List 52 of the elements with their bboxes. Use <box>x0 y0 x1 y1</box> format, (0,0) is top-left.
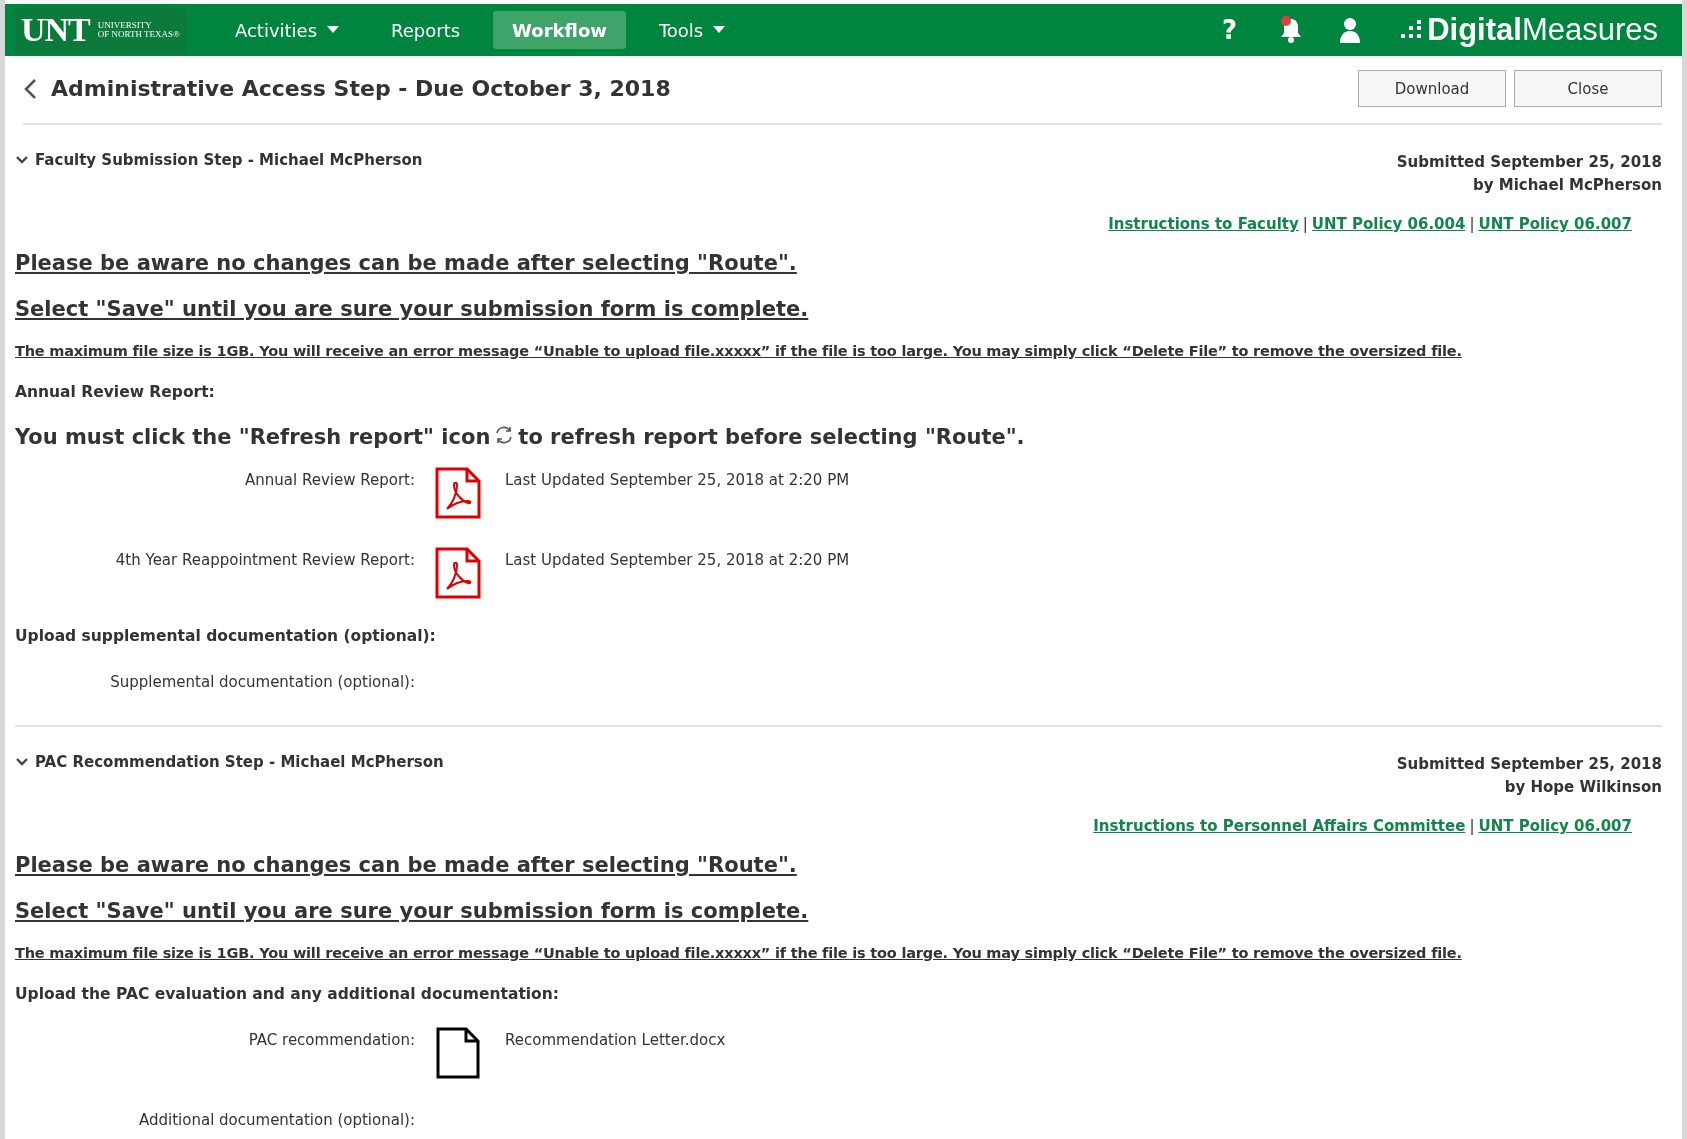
warning-text: Select "Save" until you are sure your submission form is complete. <box>15 899 810 923</box>
nav-tab[interactable]: Reports <box>372 11 480 49</box>
back-icon[interactable] <box>23 77 37 100</box>
policy-link[interactable]: UNT Policy 06.007 <box>1478 215 1632 233</box>
chevron-icon <box>15 155 29 165</box>
section-heading: Upload supplemental documentation (optional): <box>15 627 437 645</box>
policy-link[interactable]: UNT Policy 06.004 <box>1311 215 1466 233</box>
warning-text: Please be aware no changes can be made after selecting "Route". <box>15 853 798 877</box>
field-label: 4th Year Reappointment Review Report: <box>114 550 416 569</box>
policy-link[interactable]: UNT Policy 06.007 <box>1478 817 1632 835</box>
file-status: Last Updated September 25, 2018 at 2:20 PM <box>505 550 851 569</box>
user-icon[interactable] <box>1339 17 1362 43</box>
field-label: Annual Review Report: <box>244 470 416 489</box>
link-separator: | <box>1302 215 1308 233</box>
section-toggle[interactable]: Faculty Submission Step - Michael McPherson <box>15 151 423 169</box>
chevron-icon <box>15 757 29 767</box>
refresh-instruction: to refresh report before selecting "Route". <box>518 425 1025 449</box>
nav-tab[interactable]: Workflow <box>493 11 626 49</box>
field-label: PAC recommendation: <box>247 1030 416 1049</box>
field-label: Supplemental documentation (optional): <box>109 672 416 691</box>
help-button[interactable]: ? <box>1222 15 1238 45</box>
nav-tab[interactable]: Tools <box>639 11 745 49</box>
section-toggle[interactable]: PAC Recommendation Step - Michael McPherson <box>15 753 444 771</box>
pdf-icon <box>435 547 481 599</box>
submitted-date: Submitted September 25, 2018 <box>1396 754 1662 775</box>
submitted-date: Submitted September 25, 2018 <box>1396 152 1662 173</box>
policy-link[interactable]: Instructions to Personnel Affairs Committee <box>1093 817 1466 835</box>
file-status: Last Updated September 25, 2018 at 2:20 PM <box>505 470 851 489</box>
section-heading: Annual Review Report: <box>15 383 216 401</box>
caret-icon <box>327 26 340 34</box>
nav-tab[interactable]: Activities <box>215 11 359 49</box>
link-separator: | <box>1469 817 1475 835</box>
file-size-note: The maximum file size is 1GB. You will receive an error message “Unable to upload file.xxxxx” if the file is too large. You may simply click “Delete File” to remove the oversized file. <box>15 945 1463 961</box>
submitted-by: by Michael McPherson <box>1473 175 1662 196</box>
caret-icon <box>713 26 726 34</box>
refresh-icon <box>494 425 515 445</box>
file-size-note: The maximum file size is 1GB. You will receive an error message “Unable to upload file.xxxxx” if the file is too large. You may simply click “Delete File” to remove the oversized file. <box>15 343 1463 359</box>
document-icon <box>435 1027 481 1079</box>
warning-text: Select "Save" until you are sure your submission form is complete. <box>15 297 810 321</box>
page-title: Administrative Access Step - Due October 3, 2018 <box>51 76 672 101</box>
pdf-icon <box>435 467 481 519</box>
warning-text: Please be aware no changes can be made after selecting "Route". <box>15 251 798 275</box>
file-status: Recommendation Letter.docx <box>505 1030 727 1049</box>
brand-logo: DigitalMeasures <box>1401 12 1658 48</box>
link-separator: | <box>1469 215 1475 233</box>
section-heading: Upload the PAC evaluation and any additional documentation: <box>15 985 560 1003</box>
download-button[interactable]: Download <box>1358 70 1506 107</box>
close-button[interactable]: Close <box>1514 70 1662 107</box>
submitted-by: by Hope Wilkinson <box>1504 777 1662 798</box>
field-label: Additional documentation (optional): <box>138 1110 416 1129</box>
refresh-instruction: You must click the "Refresh report" icon <box>15 425 491 449</box>
policy-link[interactable]: Instructions to Faculty <box>1108 215 1299 233</box>
